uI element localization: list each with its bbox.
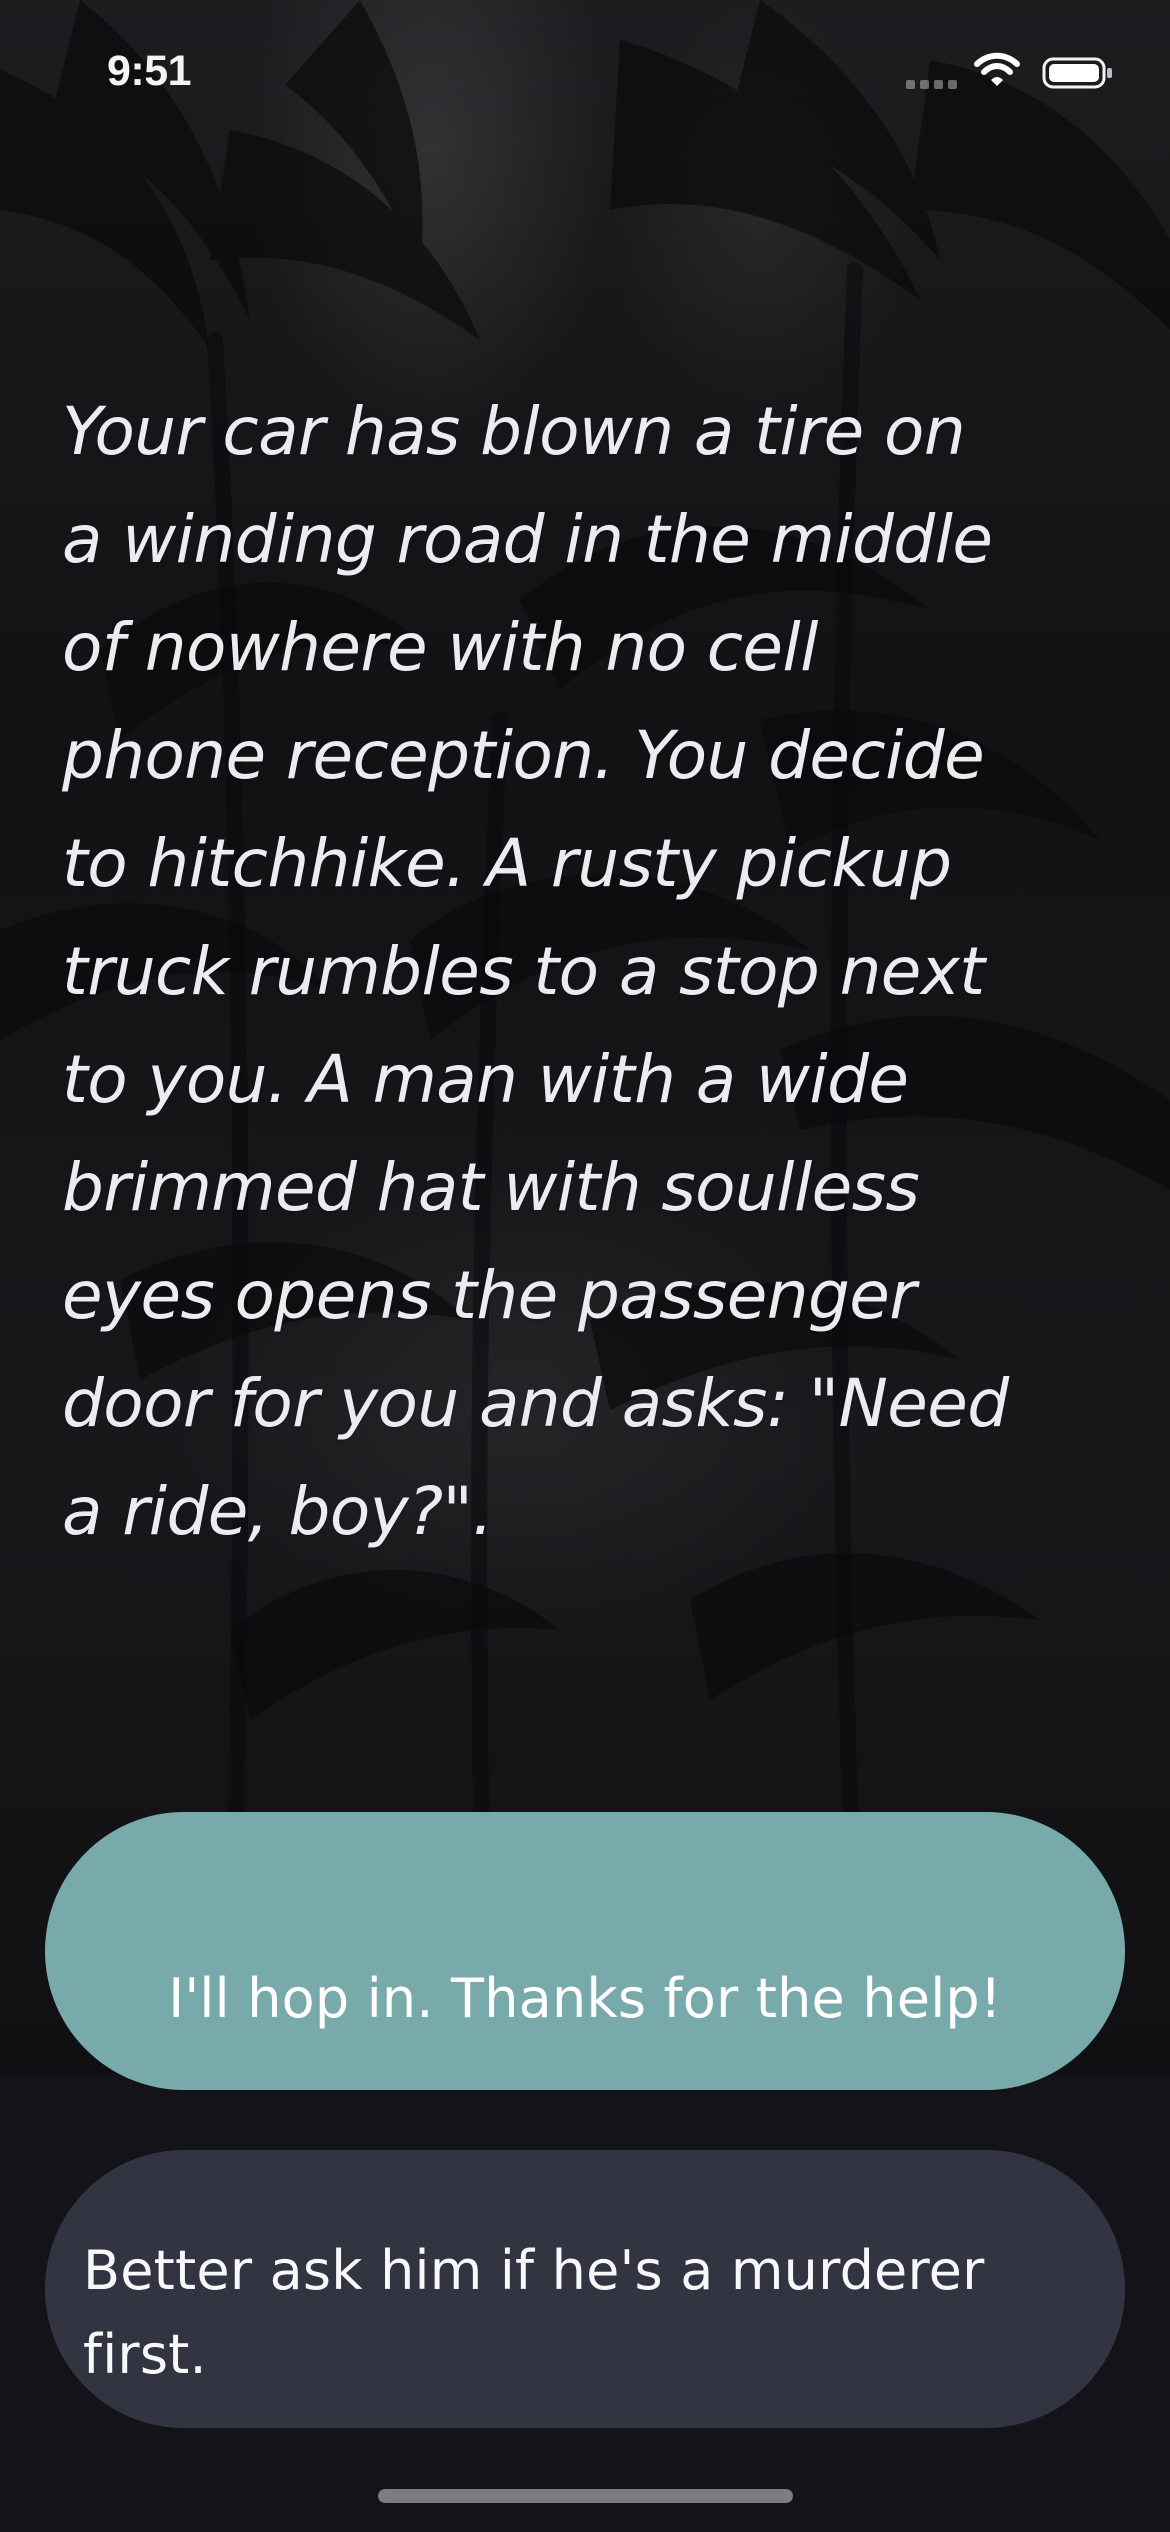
status-time: 9:51 bbox=[107, 47, 192, 95]
home-indicator[interactable] bbox=[378, 2489, 793, 2503]
cellular-signal-icon bbox=[906, 80, 960, 90]
choice-hop-in-button[interactable]: I'll hop in. Thanks for the help! bbox=[45, 1812, 1125, 2090]
wifi-icon-glyph bbox=[974, 52, 1020, 86]
story-text: Your car has blown a tire on a winding r… bbox=[62, 393, 1009, 1550]
choice-ask-murderer-button[interactable]: Better ask him if he's a murderer first. bbox=[45, 2150, 1125, 2428]
status-bar: 9:51 bbox=[0, 0, 1170, 150]
battery-icon-glyph bbox=[1042, 57, 1112, 89]
game-screen: 9:51 Your car has blown a tire on a wind… bbox=[0, 0, 1170, 2532]
battery-icon bbox=[1042, 56, 1114, 90]
wifi-icon bbox=[973, 52, 1021, 88]
